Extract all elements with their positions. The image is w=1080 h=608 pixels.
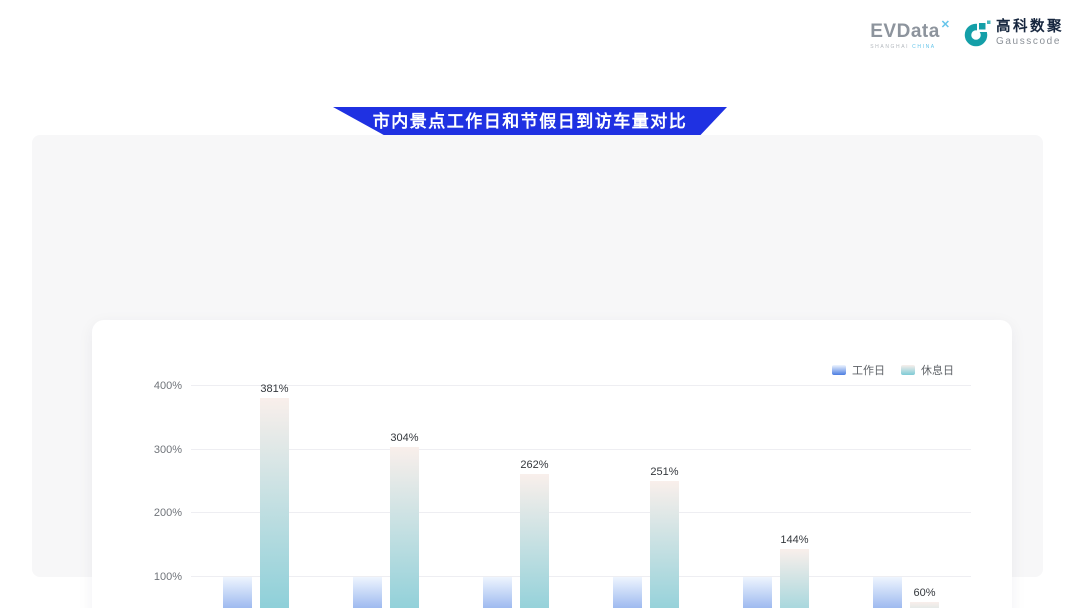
bar-group: 304%上海欢乐谷	[321, 386, 451, 608]
evdata-wordmark: EVData	[870, 22, 940, 41]
legend-label: 工作日	[852, 362, 885, 378]
bar-工作日[interactable]	[483, 577, 512, 608]
bar-group: 144%上海迪士尼度假区	[711, 386, 841, 608]
bar-休息日[interactable]: 251%	[650, 481, 679, 608]
value-label: 144%	[780, 534, 808, 546]
y-axis-tick: 100%	[154, 571, 182, 583]
bar-休息日[interactable]: 60%	[910, 602, 939, 608]
legend: 工作日 休息日	[832, 362, 954, 378]
bar-休息日[interactable]: 144%	[780, 549, 809, 608]
chart-card: 工作日休息日 0%100%200%300%400%381%辰山植物园304%上海…	[92, 320, 1012, 608]
bar-休息日[interactable]: 262%	[520, 474, 549, 608]
legend-swatch	[832, 365, 846, 375]
value-label: 304%	[390, 432, 418, 444]
bar-group: 251%上海野生动物园	[581, 386, 711, 608]
legend-swatch	[901, 365, 915, 375]
bar-group: 262%广富林	[451, 386, 581, 608]
gausscode-en: Gausscode	[996, 36, 1064, 47]
page: EVData ✕ SHANGHAI CHINA 高科数聚 Gausscode 市…	[0, 0, 1080, 608]
legend-item-工作日[interactable]: 工作日	[832, 362, 885, 378]
gausscode-logo: 高科数聚 Gausscode	[964, 19, 1064, 47]
value-label: 262%	[520, 459, 548, 471]
legend-item-休息日[interactable]: 休息日	[901, 362, 954, 378]
header-logos: EVData ✕ SHANGHAI CHINA 高科数聚 Gausscode	[870, 19, 1064, 50]
bar-工作日[interactable]	[223, 577, 252, 608]
bar-工作日[interactable]	[353, 577, 382, 608]
y-axis-tick: 300%	[154, 444, 182, 456]
content-panel: 工作日休息日 0%100%200%300%400%381%辰山植物园304%上海…	[32, 135, 1043, 577]
legend-label: 休息日	[921, 362, 954, 378]
bar-工作日[interactable]	[873, 577, 902, 608]
evdata-x-icon: ✕	[941, 18, 950, 31]
y-axis-tick: 400%	[154, 380, 182, 392]
bar-休息日[interactable]: 304%	[390, 447, 419, 608]
value-label: 381%	[260, 383, 288, 395]
bar-group: 381%辰山植物园	[191, 386, 321, 608]
gausscode-text: 高科数聚 Gausscode	[996, 19, 1064, 47]
bar-休息日[interactable]: 381%	[260, 398, 289, 608]
bar-工作日[interactable]	[613, 577, 642, 608]
chart-title-banner: 市内景点工作日和节假日到访车量对比	[333, 107, 727, 137]
gausscode-g-icon	[964, 19, 991, 47]
gausscode-cn: 高科数聚	[996, 19, 1064, 36]
plot-area: 0%100%200%300%400%381%辰山植物园304%上海欢乐谷262%…	[191, 386, 971, 608]
bar-group: 60%国家会展中心(上海)	[841, 386, 971, 608]
value-label: 251%	[650, 466, 678, 478]
bar-工作日[interactable]	[743, 577, 772, 608]
y-axis-tick: 200%	[154, 507, 182, 519]
value-label: 60%	[913, 587, 935, 599]
evdata-subtext: SHANGHAI CHINA	[870, 44, 950, 50]
evdata-logo: EVData ✕ SHANGHAI CHINA	[870, 19, 950, 50]
